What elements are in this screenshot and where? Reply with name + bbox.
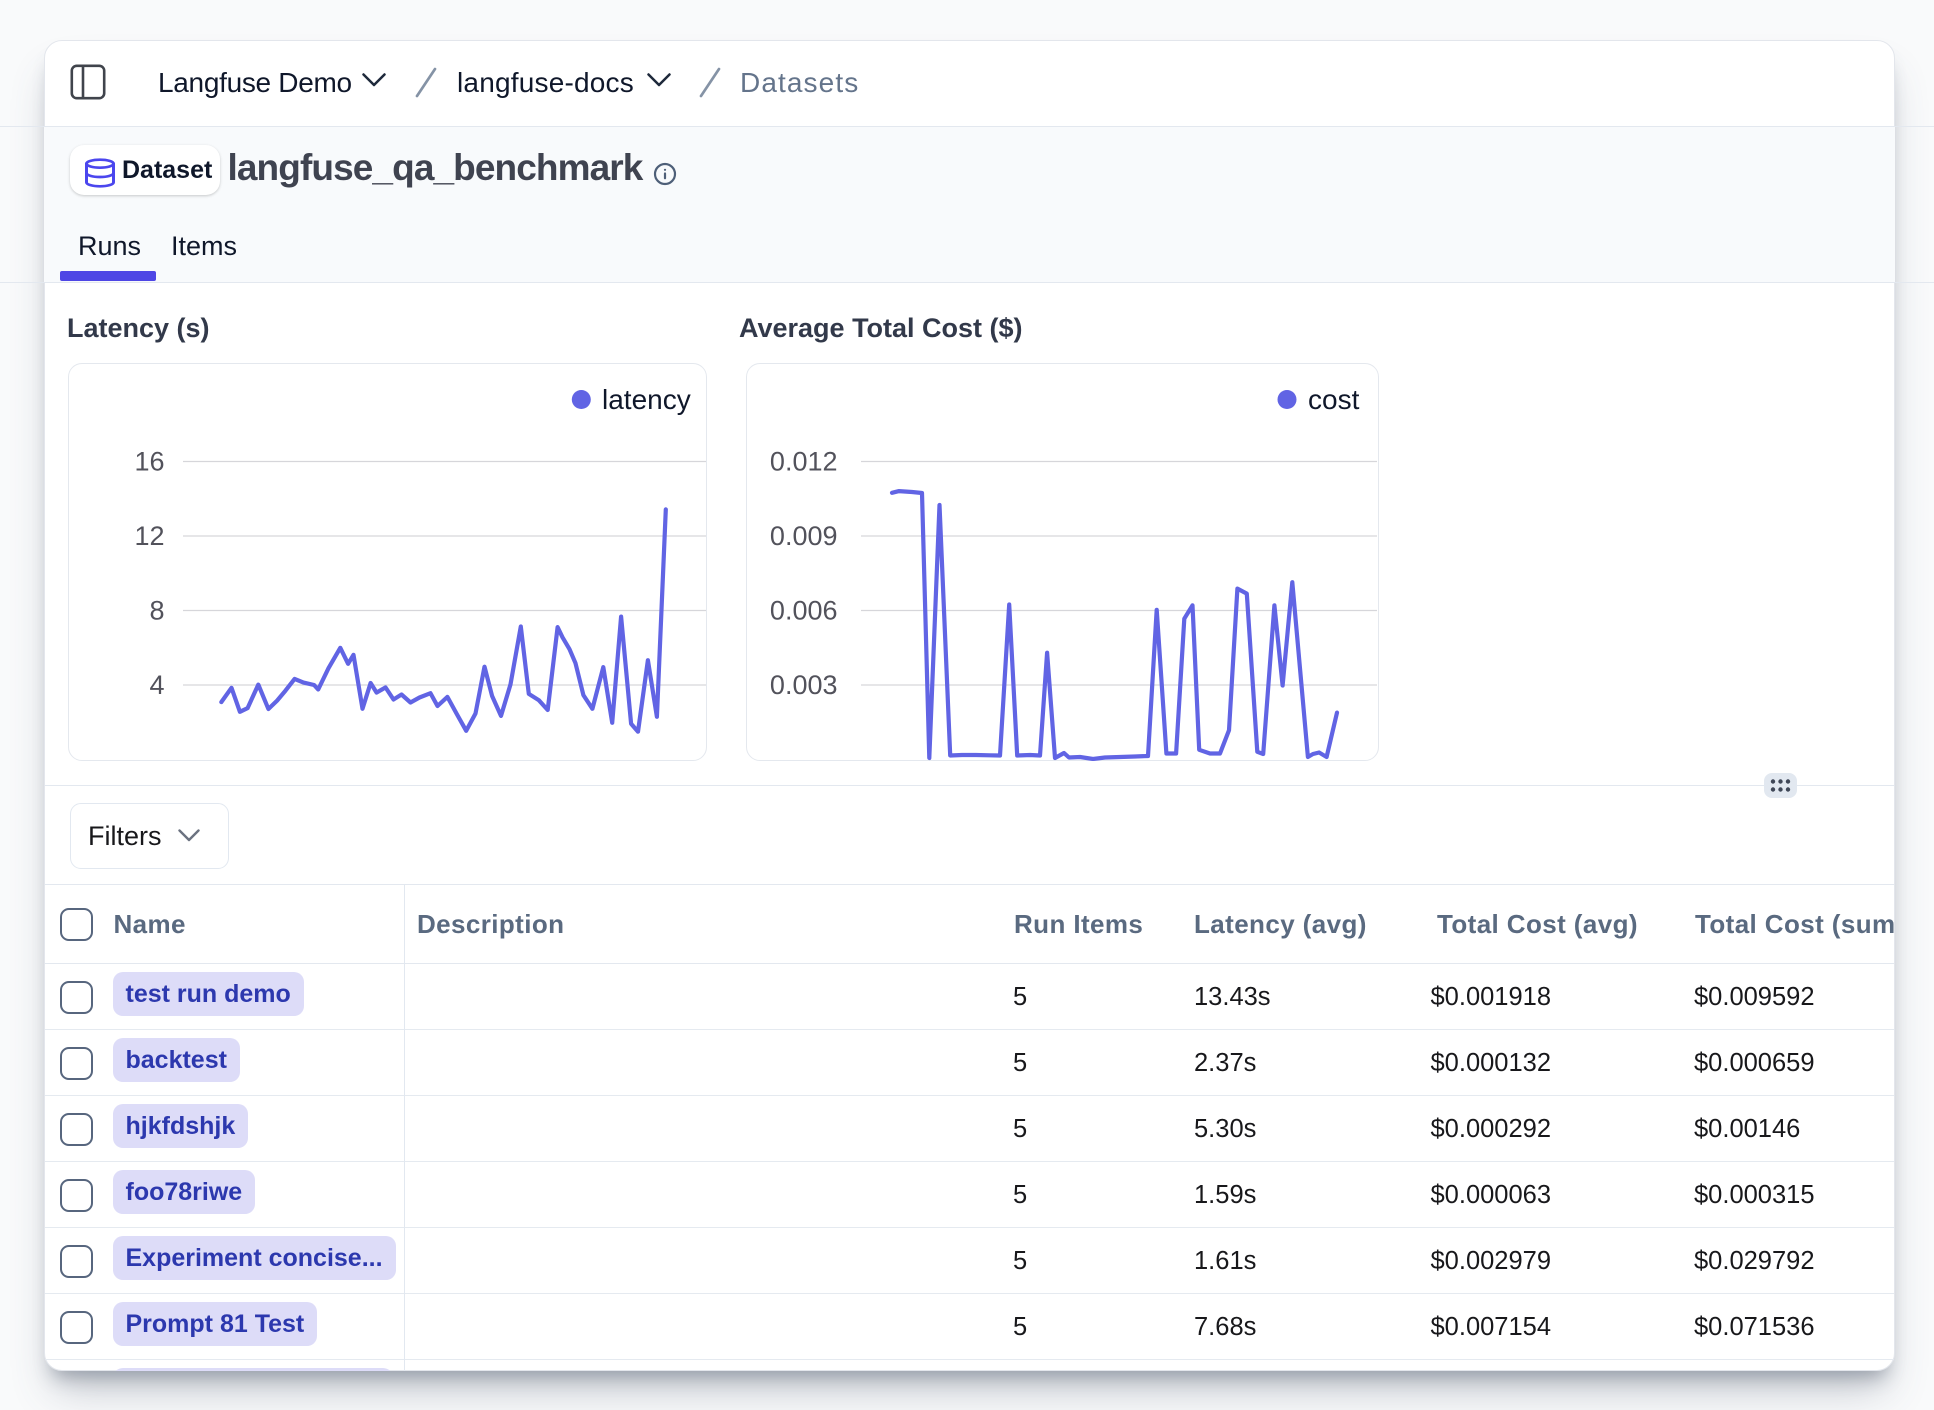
svg-text:12: 12 — [134, 521, 164, 551]
svg-text:latency: latency — [602, 384, 691, 415]
svg-text:0.009: 0.009 — [770, 521, 838, 551]
svg-text:0.006: 0.006 — [770, 595, 838, 625]
svg-text:0.012: 0.012 — [770, 446, 838, 476]
svg-text:0.003: 0.003 — [770, 670, 838, 700]
svg-text:16: 16 — [134, 446, 164, 476]
svg-text:cost: cost — [1308, 384, 1360, 415]
svg-text:8: 8 — [149, 595, 164, 625]
svg-text:4: 4 — [149, 670, 164, 700]
